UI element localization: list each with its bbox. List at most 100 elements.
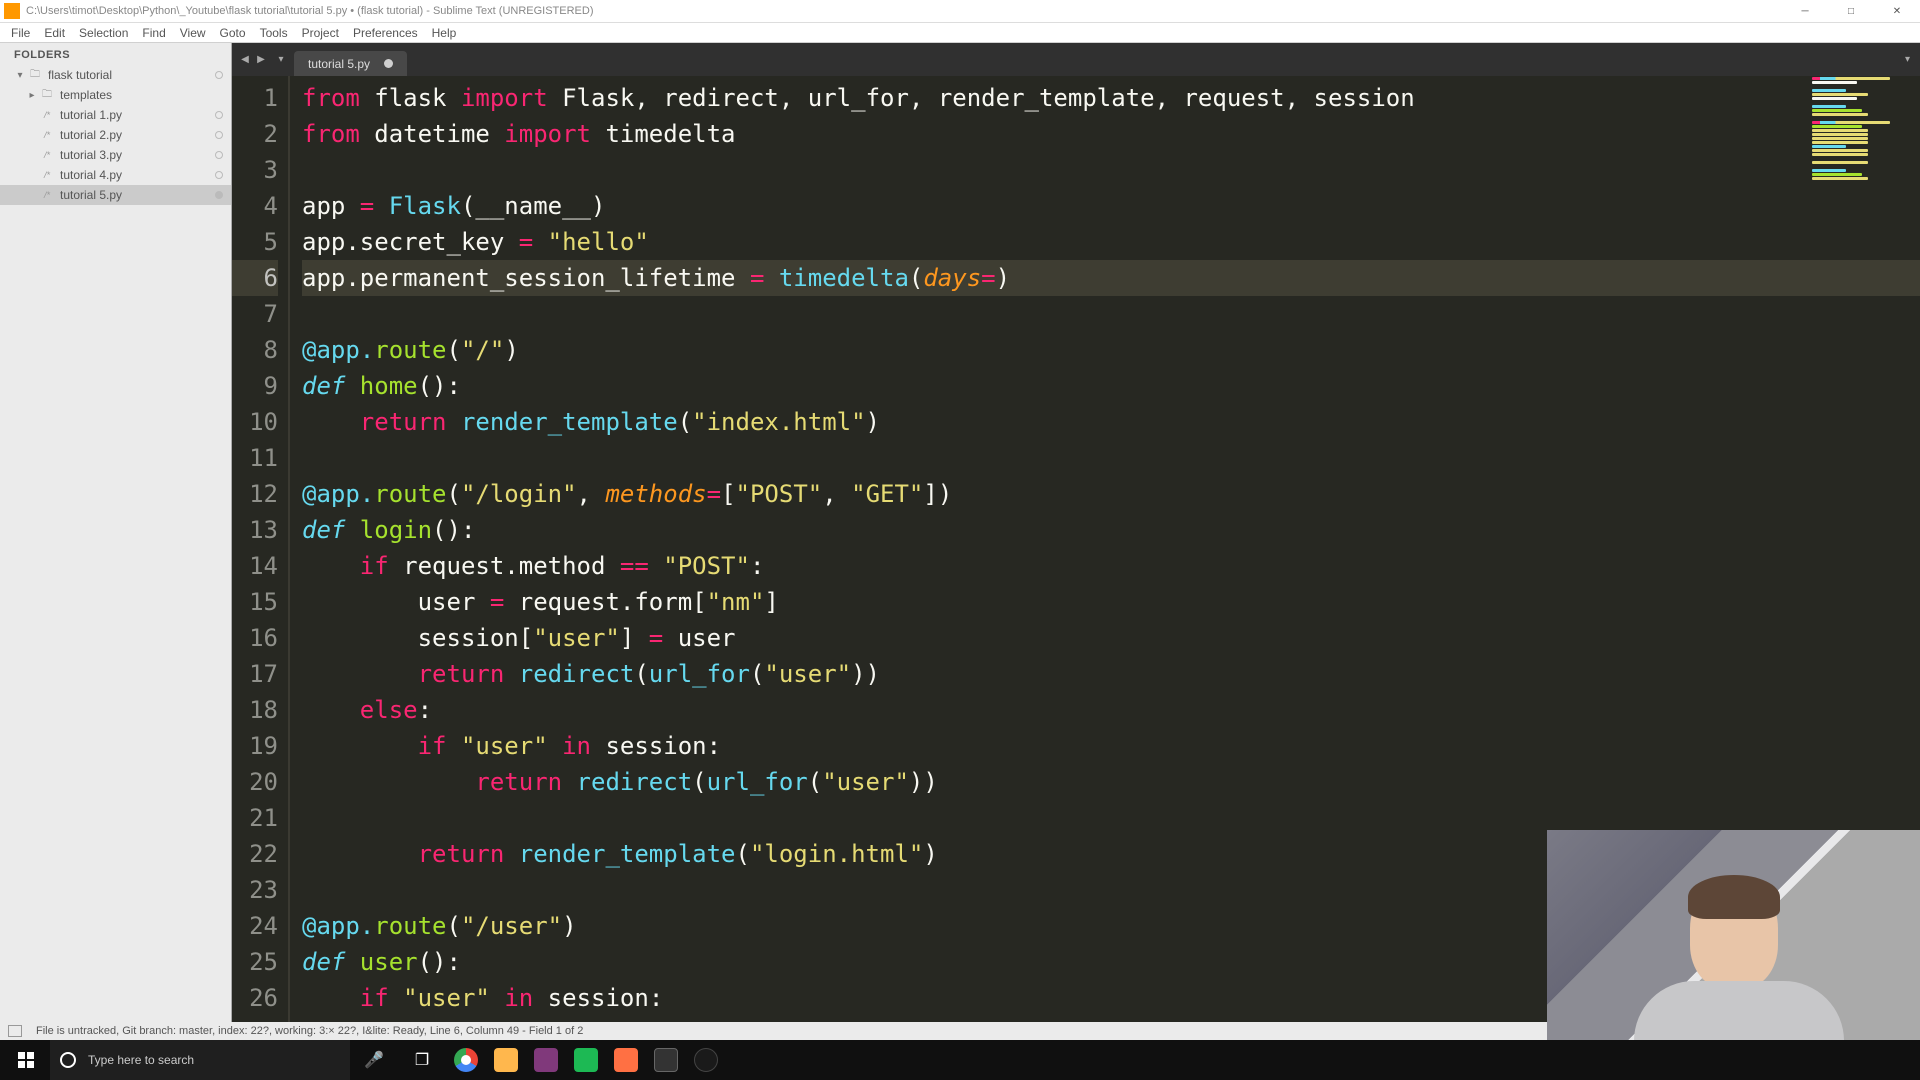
- nav-back-icon[interactable]: ◀: [238, 53, 252, 67]
- taskbar-app-onenote[interactable]: [526, 1040, 566, 1080]
- search-icon: [60, 1052, 76, 1068]
- menu-view[interactable]: View: [173, 25, 213, 41]
- file-icon: [40, 108, 54, 122]
- code-line[interactable]: from datetime import timedelta: [302, 116, 1920, 152]
- disclosure-triangle-icon[interactable]: ▾: [14, 70, 26, 81]
- code-line[interactable]: app.secret_key = "hello": [302, 224, 1920, 260]
- disclosure-triangle-icon[interactable]: ▸: [26, 90, 38, 101]
- code-line[interactable]: from flask import Flask, redirect, url_f…: [302, 80, 1920, 116]
- folder-label: flask tutorial: [48, 68, 215, 82]
- menu-preferences[interactable]: Preferences: [346, 25, 425, 41]
- code-line[interactable]: [302, 296, 1920, 332]
- window-title: C:\Users\timot\Desktop\Python\_Youtube\f…: [26, 5, 1916, 17]
- start-button[interactable]: [2, 1040, 50, 1080]
- vcs-status-dot: [215, 111, 223, 119]
- code-line[interactable]: app.permanent_session_lifetime = timedel…: [302, 260, 1920, 296]
- taskbar-app-spotify[interactable]: [566, 1040, 606, 1080]
- sidebar-file[interactable]: tutorial 4.py: [0, 165, 231, 185]
- file-icon: [40, 168, 54, 182]
- vcs-status-dot: [215, 171, 223, 179]
- nav-dropdown-icon[interactable]: ▾: [274, 53, 288, 67]
- spotify-icon: [574, 1048, 598, 1072]
- sidebar-file[interactable]: tutorial 2.py: [0, 125, 231, 145]
- menu-find[interactable]: Find: [135, 25, 172, 41]
- tabbar: ◀ ▶ ▾ tutorial 5.py ▾: [232, 43, 1920, 76]
- sidebar-folder-root[interactable]: ▾ flask tutorial: [0, 65, 231, 85]
- close-button[interactable]: ✕: [1874, 0, 1920, 23]
- code-line[interactable]: @app.route("/login", methods=["POST", "G…: [302, 476, 1920, 512]
- onenote-icon: [534, 1048, 558, 1072]
- taskbar-app-terminal[interactable]: [646, 1040, 686, 1080]
- menu-project[interactable]: Project: [295, 25, 346, 41]
- tab-label: tutorial 5.py: [308, 57, 370, 71]
- windows-taskbar: Type here to search 🎤 ❐: [0, 1040, 1920, 1080]
- code-line[interactable]: [302, 152, 1920, 188]
- taskbar-mic[interactable]: 🎤: [350, 1040, 398, 1080]
- file-label: tutorial 4.py: [60, 168, 215, 182]
- menu-selection[interactable]: Selection: [72, 25, 135, 41]
- task-view-icon: ❐: [415, 1050, 429, 1070]
- app-icon: [4, 3, 20, 19]
- menu-help[interactable]: Help: [425, 25, 464, 41]
- code-line[interactable]: def home():: [302, 368, 1920, 404]
- taskbar-app-explorer[interactable]: [486, 1040, 526, 1080]
- status-panel-icon[interactable]: [8, 1025, 22, 1037]
- taskbar-app-chrome[interactable]: [446, 1040, 486, 1080]
- code-line[interactable]: [302, 440, 1920, 476]
- maximize-button[interactable]: □: [1828, 0, 1874, 23]
- file-label: tutorial 1.py: [60, 108, 215, 122]
- file-label: tutorial 3.py: [60, 148, 215, 162]
- folder-icon: [40, 88, 54, 102]
- sidebar-file[interactable]: tutorial 1.py: [0, 105, 231, 125]
- sidebar-file[interactable]: tutorial 3.py: [0, 145, 231, 165]
- code-line[interactable]: return redirect(url_for("user")): [302, 764, 1920, 800]
- vcs-status-dot: [215, 151, 223, 159]
- code-line[interactable]: return redirect(url_for("user")): [302, 656, 1920, 692]
- obs-icon: [694, 1048, 718, 1072]
- file-icon: [40, 148, 54, 162]
- status-text: File is untracked, Git branch: master, i…: [36, 1025, 583, 1037]
- sidebar-folder-templates[interactable]: ▸ templates: [0, 85, 231, 105]
- menubar: FileEditSelectionFindViewGotoToolsProjec…: [0, 23, 1920, 43]
- code-line[interactable]: if "user" in session:: [302, 728, 1920, 764]
- code-line[interactable]: @app.route("/"): [302, 332, 1920, 368]
- chrome-icon: [454, 1048, 478, 1072]
- file-label: tutorial 2.py: [60, 128, 215, 142]
- task-view-button[interactable]: ❐: [398, 1040, 446, 1080]
- vcs-status-dot: [215, 131, 223, 139]
- taskbar-app-sublime[interactable]: [606, 1040, 646, 1080]
- menu-goto[interactable]: Goto: [213, 25, 253, 41]
- vcs-status-dot: [215, 191, 223, 199]
- menu-file[interactable]: File: [4, 25, 37, 41]
- code-line[interactable]: if request.method == "POST":: [302, 548, 1920, 584]
- menu-tools[interactable]: Tools: [253, 25, 295, 41]
- tab-dirty-indicator: [384, 59, 393, 68]
- line-gutter: 1234567891011121314151617181920212223242…: [232, 76, 290, 1022]
- sidebar: FOLDERS ▾ flask tutorial ▸ templates tut…: [0, 43, 232, 1022]
- sidebar-title: FOLDERS: [0, 43, 231, 65]
- taskbar-search[interactable]: Type here to search: [50, 1040, 350, 1080]
- taskbar-app-obs[interactable]: [686, 1040, 726, 1080]
- nav-forward-icon[interactable]: ▶: [254, 53, 268, 67]
- code-line[interactable]: app = Flask(__name__): [302, 188, 1920, 224]
- code-line[interactable]: user = request.form["nm"]: [302, 584, 1920, 620]
- folder-icon: [28, 68, 42, 82]
- file-icon: [40, 128, 54, 142]
- terminal-icon: [654, 1048, 678, 1072]
- tab-file[interactable]: tutorial 5.py: [294, 51, 407, 76]
- code-line[interactable]: session["user"] = user: [302, 620, 1920, 656]
- code-line[interactable]: else:: [302, 692, 1920, 728]
- code-line[interactable]: return render_template("index.html"): [302, 404, 1920, 440]
- minimize-button[interactable]: ─: [1782, 0, 1828, 23]
- search-placeholder: Type here to search: [88, 1053, 194, 1067]
- sidebar-file[interactable]: tutorial 5.py: [0, 185, 231, 205]
- file-label: tutorial 5.py: [60, 188, 215, 202]
- tab-overflow-icon[interactable]: ▾: [1905, 54, 1920, 65]
- folder-label: templates: [60, 88, 223, 102]
- windows-icon: [18, 1052, 34, 1068]
- titlebar: C:\Users\timot\Desktop\Python\_Youtube\f…: [0, 0, 1920, 23]
- microphone-icon: 🎤: [364, 1050, 384, 1070]
- menu-edit[interactable]: Edit: [37, 25, 72, 41]
- file-icon: [40, 188, 54, 202]
- code-line[interactable]: def login():: [302, 512, 1920, 548]
